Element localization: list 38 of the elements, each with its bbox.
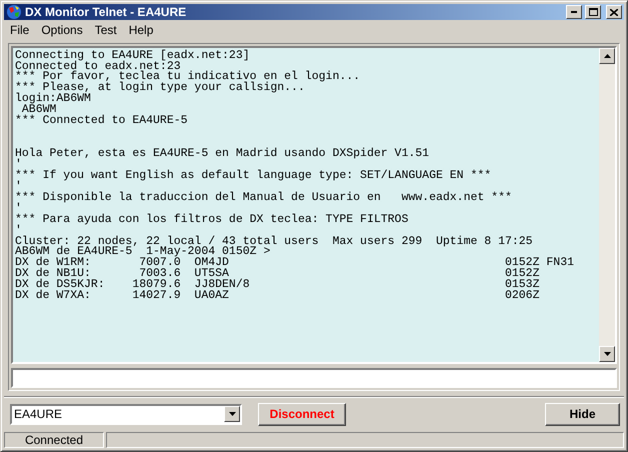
menu-item[interactable]: Test (88, 22, 123, 36)
window-title: DX Monitor Telnet - EA4URE (25, 5, 188, 20)
caret-icon (228, 412, 236, 416)
terminal-line: DX de W7XA: 14027.9 UA0AZ 0206Z (15, 291, 540, 302)
up-arrow-icon (604, 54, 610, 58)
close-button[interactable] (606, 5, 622, 20)
globe-icon (6, 4, 22, 20)
terminal-line: ' (15, 204, 22, 215)
status-text: Connected (4, 432, 104, 448)
terminal-line: *** Disponible la traduccion del Manual de Usuario en www.eadx.net *** (15, 192, 513, 204)
terminal-line: ' (15, 160, 22, 171)
scroll-up-button[interactable] (599, 48, 615, 64)
scroll-down-button[interactable] (599, 346, 615, 362)
menu-item[interactable]: Help (122, 22, 160, 36)
minimize-icon (571, 11, 577, 14)
terminal-line: ' (15, 182, 22, 193)
terminal-line: AB6WM de EA4URE-5 1-May-2004 0150Z > (15, 247, 272, 258)
terminal-line: *** Para ayuda con los filtros de DX teclea: TYPE FILTROS (15, 214, 410, 226)
terminal-line: ' (15, 226, 22, 237)
terminal-line: Connecting to EA4URE [eadx.net:23] (15, 50, 251, 62)
menu-item[interactable]: File (4, 22, 36, 36)
terminal-line: login:AB6WM (15, 94, 92, 106)
scrollbar[interactable] (599, 48, 615, 362)
terminal-line: *** If you want English as default language type: SET/LANGUAGE EN *** (15, 170, 492, 182)
menu-item[interactable]: Options (35, 22, 89, 36)
maximize-icon (588, 8, 598, 16)
minimize-button[interactable] (566, 5, 582, 20)
down-arrow-icon (604, 352, 610, 356)
cluster-dropdown[interactable]: EA4URE (10, 404, 242, 425)
close-icon (610, 8, 618, 16)
terminal-line: Cluster: 22 nodes, 22 local / 43 total users Max users 299 Uptime 8 17:25 (15, 236, 534, 248)
dropdown-button[interactable] (224, 406, 240, 422)
maximize-button[interactable] (585, 5, 601, 20)
terminal-line: DX de DS5KJR: 18079.6 JJ8DEN/8 0153Z (15, 280, 540, 292)
terminal-line: *** Connected to EA4URE-5 (15, 116, 189, 128)
terminal-line: DX de W1RM: 7007.0 OM4JD 0152Z FN31 (15, 258, 575, 270)
terminal-line: Hola Peter, esta es EA4URE-5 en Madrid usando DXSpider V1.51 (15, 149, 430, 160)
hide-button[interactable]: Hide (545, 402, 620, 426)
